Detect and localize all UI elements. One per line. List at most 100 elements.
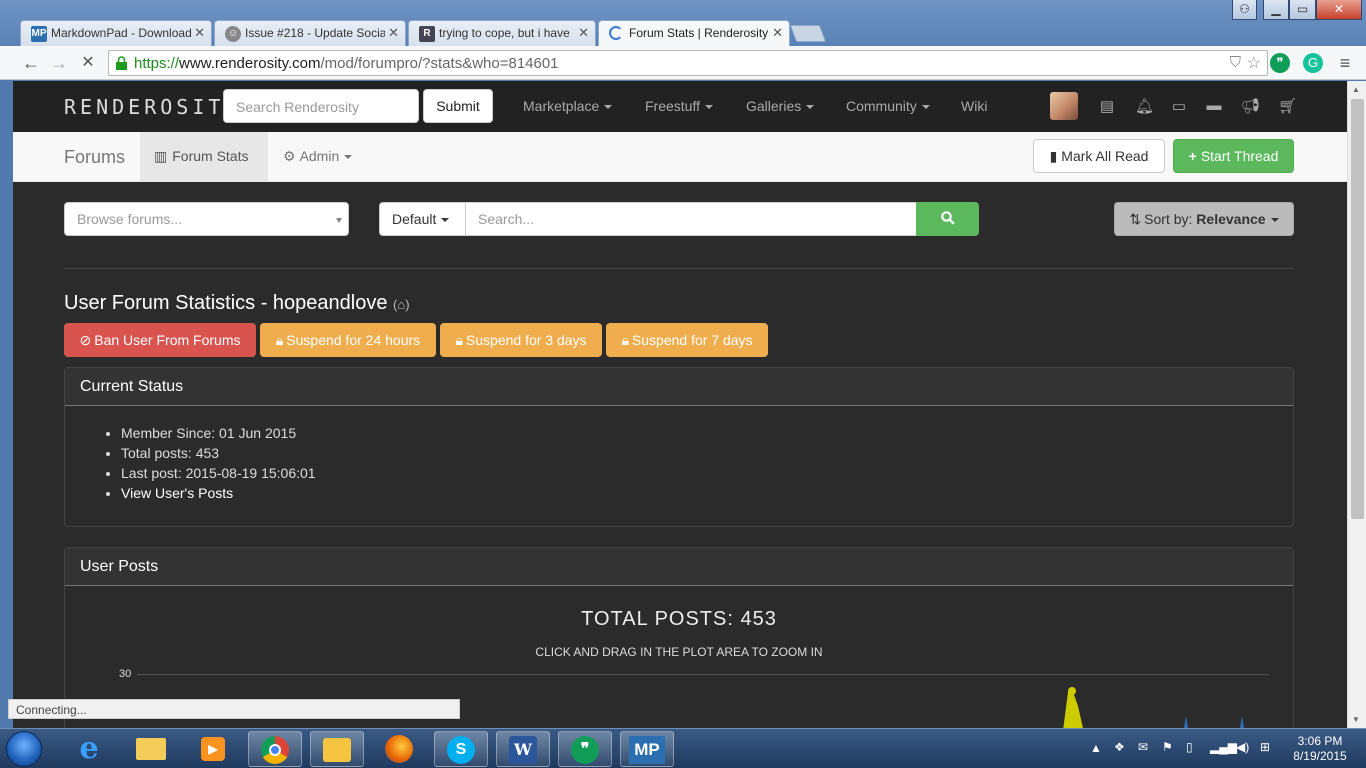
suspend-7d-button[interactable]: 🔒︎ Suspend for 7 days: [606, 323, 768, 357]
total-posts: Total posts: 453: [121, 443, 1293, 463]
markdownpad-icon[interactable]: MP: [620, 731, 674, 767]
close-tab-icon[interactable]: ✕: [194, 25, 205, 41]
close-tab-icon[interactable]: ✕: [772, 25, 783, 41]
sort-label: Sort by:: [1144, 211, 1193, 227]
windows-flag-icon[interactable]: ⊞: [1260, 740, 1270, 754]
site-logo[interactable]: RENDEROSITY: [64, 95, 240, 119]
tab-forum-stats-nav[interactable]: ▥ Forum Stats: [140, 132, 268, 182]
nav-freestuff[interactable]: Freestuff: [645, 98, 713, 114]
admin-dropdown[interactable]: ⚙ Admin: [283, 148, 353, 165]
browse-placeholder: Browse forums...: [77, 211, 183, 227]
caret-down-icon: [921, 105, 930, 110]
data-point[interactable]: [1068, 687, 1076, 695]
nav-label: Galleries: [746, 98, 802, 114]
view-posts-link[interactable]: View User's Posts: [121, 485, 233, 501]
tab-forum-stats[interactable]: Forum Stats | Renderosity ✕: [598, 20, 790, 46]
status-bubble: Connecting...: [8, 699, 460, 719]
dropbox-icon[interactable]: ❖: [1114, 740, 1125, 754]
battery-icon[interactable]: ▯: [1186, 740, 1193, 754]
nav-community[interactable]: Community: [846, 98, 930, 114]
start-thread-button[interactable]: + Start Thread: [1173, 139, 1294, 173]
ban-user-button[interactable]: ⊘ Ban User From Forums: [64, 323, 256, 357]
scroll-up-icon[interactable]: ▲: [1352, 85, 1360, 94]
tab-markdownpad[interactable]: MP MarkdownPad - Download ✕: [20, 20, 212, 46]
clock[interactable]: 3:06 PM 8/19/2015: [1280, 734, 1360, 764]
loading-spinner-icon: [609, 26, 623, 40]
forum-search-input[interactable]: Search...: [465, 202, 917, 236]
volume-icon[interactable]: ◀): [1236, 740, 1249, 754]
suspend-3d-button[interactable]: 🔒︎ Suspend for 3 days: [440, 323, 602, 357]
hangouts-extension-icon[interactable]: ❞: [1270, 53, 1290, 73]
browse-forums-select[interactable]: Browse forums...: [64, 202, 349, 236]
submit-button[interactable]: Submit: [423, 89, 493, 123]
lock-icon: 🔒︎: [621, 332, 629, 348]
page-title-text: User Forum Statistics - hopeandlove: [64, 292, 388, 314]
action-center-flag-icon[interactable]: ⚑: [1162, 740, 1173, 754]
search-button[interactable]: [916, 202, 979, 236]
network-signal-icon[interactable]: ▂▄▆: [1210, 740, 1237, 754]
caret-down-icon: [1270, 218, 1279, 223]
menu-hamburger-icon[interactable]: ≡: [1334, 52, 1356, 74]
shopping-cart-icon[interactable]: 🛒︎: [1278, 97, 1297, 115]
search-icon: [940, 211, 955, 225]
mark-all-read-button[interactable]: ▮ Mark All Read: [1033, 139, 1165, 173]
new-tab-button[interactable]: [789, 25, 827, 42]
page-scrollbar[interactable]: ▲ ▼: [1347, 81, 1366, 728]
gears-icon: ⚙: [283, 148, 296, 164]
firefox-icon[interactable]: [372, 731, 426, 767]
scroll-thumb[interactable]: [1351, 99, 1364, 519]
suspend-24h-button[interactable]: 🔒︎ Suspend for 24 hours: [260, 323, 436, 357]
bell-icon[interactable]: 🔔︎: [1135, 97, 1154, 115]
user-avatar[interactable]: [1050, 92, 1078, 120]
shield-icon[interactable]: ⛉: [1230, 54, 1241, 71]
minimize-button[interactable]: ▁: [1263, 0, 1289, 20]
close-tab-icon[interactable]: ✕: [388, 25, 399, 41]
show-hidden-icons-icon[interactable]: ▲: [1090, 741, 1102, 755]
caret-down-icon: [441, 218, 450, 223]
outlook-icon[interactable]: [310, 731, 364, 767]
close-window-button[interactable]: ✕: [1316, 0, 1362, 20]
inbox-icon[interactable]: ▭: [1170, 97, 1188, 115]
newspaper-icon[interactable]: ▤: [1098, 97, 1116, 115]
maximize-button[interactable]: ▭: [1289, 0, 1316, 20]
view-posts-item: View User's Posts: [121, 483, 1293, 503]
back-arrow-icon[interactable]: ←: [20, 52, 42, 74]
nav-galleries[interactable]: Galleries: [746, 98, 815, 114]
megaphone-icon[interactable]: 📢︎: [1241, 97, 1260, 115]
scroll-down-icon[interactable]: ▼: [1352, 715, 1360, 724]
tab-github-issue[interactable]: ☺ Issue #218 - Update Social ✕: [214, 20, 406, 46]
skype-icon[interactable]: S: [434, 731, 488, 767]
stats-tab-label: Forum Stats: [172, 148, 249, 164]
site-search-input[interactable]: Search Renderosity: [223, 89, 419, 123]
sync-icon[interactable]: ✉: [1138, 740, 1148, 754]
media-player-icon[interactable]: ▶: [186, 731, 240, 767]
bookmark-star-icon[interactable]: ☆: [1247, 53, 1261, 73]
nav-wiki[interactable]: Wiki: [961, 98, 987, 114]
caret-down-icon: [705, 105, 713, 110]
nav-marketplace[interactable]: Marketplace: [523, 98, 613, 114]
sort-arrows-icon: ⇅: [1129, 211, 1142, 227]
forward-arrow-icon[interactable]: →: [48, 52, 70, 74]
forums-brand-link[interactable]: Forums: [64, 147, 125, 168]
close-tab-icon[interactable]: ✕: [578, 25, 589, 41]
start-button[interactable]: [6, 731, 42, 767]
stop-loading-icon[interactable]: ✕: [77, 52, 99, 74]
credit-card-icon[interactable]: ▬: [1205, 97, 1223, 115]
hangouts-icon[interactable]: ❞: [558, 731, 612, 767]
sort-by-dropdown[interactable]: ⇅ Sort by: Relevance: [1114, 202, 1294, 236]
start-thread-label: Start Thread: [1200, 148, 1279, 164]
mark-all-read-label: Mark All Read: [1061, 148, 1149, 164]
windows-explorer-icon[interactable]: [124, 731, 178, 767]
grammarly-extension-icon[interactable]: G: [1303, 53, 1323, 73]
word-icon[interactable]: W: [496, 731, 550, 767]
ban-icon: ⊘: [79, 332, 92, 348]
search-scope-dropdown[interactable]: Default: [379, 202, 466, 236]
internet-explorer-icon[interactable]: e: [62, 731, 116, 767]
chrome-icon[interactable]: [248, 731, 302, 767]
series-area-blue: [1184, 716, 1188, 728]
tab-renderosity-thread[interactable]: R trying to cope, but i have ✕: [408, 20, 596, 46]
site-header: RENDEROSITY Search Renderosity Submit Ma…: [13, 81, 1347, 132]
home-icon[interactable]: (⌂): [393, 297, 410, 312]
address-bar[interactable]: https://www.renderosity.com/mod/forumpro…: [108, 50, 1268, 76]
user-profile-icon[interactable]: ⚇: [1232, 0, 1257, 20]
